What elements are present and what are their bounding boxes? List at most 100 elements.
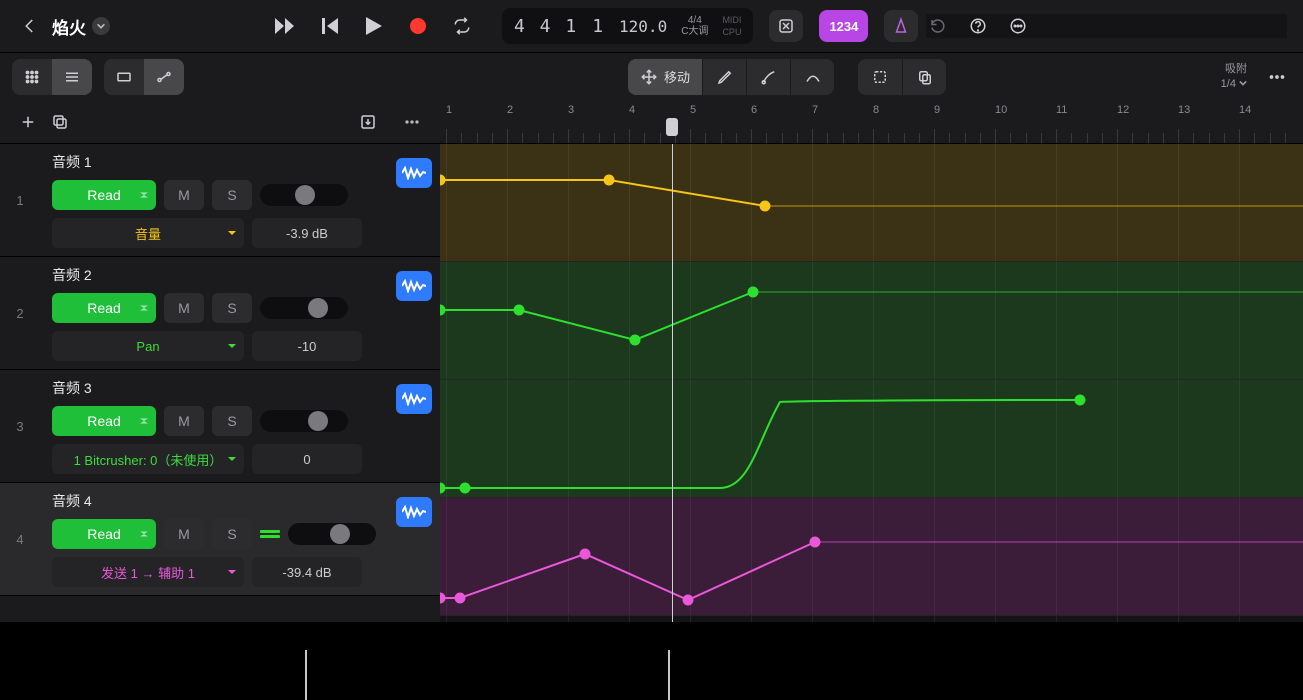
track-index: 1 xyxy=(0,144,40,256)
go-to-start-button[interactable] xyxy=(318,14,342,38)
track-type-icon[interactable] xyxy=(396,384,432,414)
more-horizontal-icon xyxy=(1266,66,1288,88)
add-track-button[interactable] xyxy=(12,106,44,138)
fader[interactable] xyxy=(260,410,348,432)
undo-button[interactable] xyxy=(926,14,950,38)
count-in-button[interactable]: 1234 xyxy=(819,10,868,42)
grid-view-button[interactable] xyxy=(12,59,52,95)
lcd-display[interactable]: 4 4 1 1 120.0 4/4 C大调 MIDI CPU xyxy=(502,8,753,44)
fast-forward-button[interactable] xyxy=(274,14,298,38)
ruler-number: 8 xyxy=(873,104,879,116)
main-area: 1 音频 1 Read M S 音量 -3.9 dB 2 xyxy=(0,100,1303,622)
marquee-tool[interactable] xyxy=(858,59,902,95)
cpu-indicator: CPU xyxy=(722,27,741,37)
pencil-icon xyxy=(716,68,734,86)
automation-param-select[interactable]: Pan xyxy=(52,331,244,361)
import-button[interactable] xyxy=(352,106,384,138)
track-list[interactable]: 1 音频 1 Read M S 音量 -3.9 dB 2 xyxy=(0,144,440,622)
metronome-icon xyxy=(892,17,910,35)
list-icon xyxy=(63,68,81,86)
automation-lanes[interactable] xyxy=(440,144,1303,622)
track-row[interactable]: 4 音频 4 Read M S 发送 1 → 辅助 1 -39.4 dB xyxy=(0,483,440,596)
cycle-button[interactable] xyxy=(450,14,474,38)
solo-button[interactable]: S xyxy=(212,406,252,436)
track-row[interactable]: 1 音频 1 Read M S 音量 -3.9 dB xyxy=(0,144,440,257)
automation-lane[interactable] xyxy=(440,144,1303,262)
playhead-handle[interactable] xyxy=(666,118,678,136)
automation-view-button[interactable] xyxy=(144,59,184,95)
automation-lane[interactable] xyxy=(440,262,1303,380)
curve-tool[interactable] xyxy=(790,59,834,95)
pencil-tool[interactable] xyxy=(702,59,746,95)
region-view-button[interactable] xyxy=(104,59,144,95)
mute-button[interactable]: M xyxy=(164,180,204,210)
track-more-button[interactable] xyxy=(396,106,428,138)
brush-tool[interactable] xyxy=(746,59,790,95)
solo-button[interactable]: S xyxy=(212,293,252,323)
duplicate-track-button[interactable] xyxy=(44,106,76,138)
track-name: 音频 1 xyxy=(52,152,432,172)
metronome-button[interactable] xyxy=(884,10,918,42)
marquee-icon xyxy=(871,68,889,86)
solo-button[interactable]: S xyxy=(212,180,252,210)
mute-button[interactable]: M xyxy=(164,519,204,549)
tuner-icon xyxy=(777,17,795,35)
fader[interactable] xyxy=(260,297,348,319)
tuner-button[interactable] xyxy=(769,10,803,42)
track-index: 4 xyxy=(0,483,40,595)
automation-param-value: -10 xyxy=(252,331,362,361)
automation-mode-button[interactable]: Read xyxy=(52,519,156,549)
view-mode-segment xyxy=(12,59,92,95)
fader[interactable] xyxy=(260,184,348,206)
automation-lane[interactable] xyxy=(440,498,1303,616)
mute-button[interactable]: M xyxy=(164,406,204,436)
ruler-number: 14 xyxy=(1239,104,1251,116)
snap-setting[interactable]: 吸附 1/4 xyxy=(1221,62,1251,91)
help-button[interactable] xyxy=(966,14,990,38)
playhead[interactable] xyxy=(672,144,673,622)
track-region[interactable] xyxy=(440,262,1303,379)
project-title-wrap[interactable]: 焰火 xyxy=(52,14,118,39)
more-menu-button[interactable] xyxy=(1006,14,1030,38)
project-dropdown-icon xyxy=(92,17,110,35)
fader[interactable] xyxy=(288,523,376,545)
track-index: 2 xyxy=(0,257,40,369)
track-type-icon[interactable] xyxy=(396,158,432,188)
automation-mode-button[interactable]: Read xyxy=(52,293,156,323)
ruler-number: 4 xyxy=(629,104,635,116)
automation-param-select[interactable]: 发送 1 → 辅助 1 xyxy=(52,557,244,587)
record-button[interactable] xyxy=(406,14,430,38)
timeline-ruler[interactable]: 1234567891011121314 xyxy=(440,100,1303,144)
automation-mode-button[interactable]: Read xyxy=(52,406,156,436)
solo-button[interactable]: S xyxy=(212,519,252,549)
track-region[interactable] xyxy=(440,380,1303,497)
list-view-button[interactable] xyxy=(52,59,92,95)
track-row[interactable]: 3 音频 3 Read M S 1 Bitcrusher: 0（未使用） 0 xyxy=(0,370,440,483)
automation-lane[interactable] xyxy=(440,380,1303,498)
move-tool[interactable]: 移动 xyxy=(628,59,702,95)
track-name: 音频 3 xyxy=(52,378,432,398)
marker[interactable] xyxy=(668,650,670,700)
track-type-icon[interactable] xyxy=(396,271,432,301)
automation-param-select[interactable]: 1 Bitcrusher: 0（未使用） xyxy=(52,444,244,474)
mute-button[interactable]: M xyxy=(164,293,204,323)
automation-param-value: -39.4 dB xyxy=(252,557,362,587)
automation-param-select[interactable]: 音量 xyxy=(52,218,244,248)
midi-indicator: MIDI xyxy=(722,15,741,25)
copy-tool[interactable] xyxy=(902,59,946,95)
ruler-number: 11 xyxy=(1056,104,1067,116)
more-horizontal-icon xyxy=(402,112,422,132)
track-name: 音频 2 xyxy=(52,265,432,285)
play-button[interactable] xyxy=(362,14,386,38)
marker[interactable] xyxy=(305,650,307,700)
automation-icon xyxy=(155,68,173,86)
track-row[interactable]: 2 音频 2 Read M S Pan -10 xyxy=(0,257,440,370)
track-region[interactable] xyxy=(440,498,1303,615)
toolbar-more-button[interactable] xyxy=(1263,63,1291,91)
track-region[interactable] xyxy=(440,144,1303,261)
ruler-number: 9 xyxy=(934,104,940,116)
back-button[interactable] xyxy=(16,12,44,40)
automation-mode-button[interactable]: Read xyxy=(52,180,156,210)
track-type-icon[interactable] xyxy=(396,497,432,527)
timeline-area[interactable]: 1234567891011121314 xyxy=(440,100,1303,622)
